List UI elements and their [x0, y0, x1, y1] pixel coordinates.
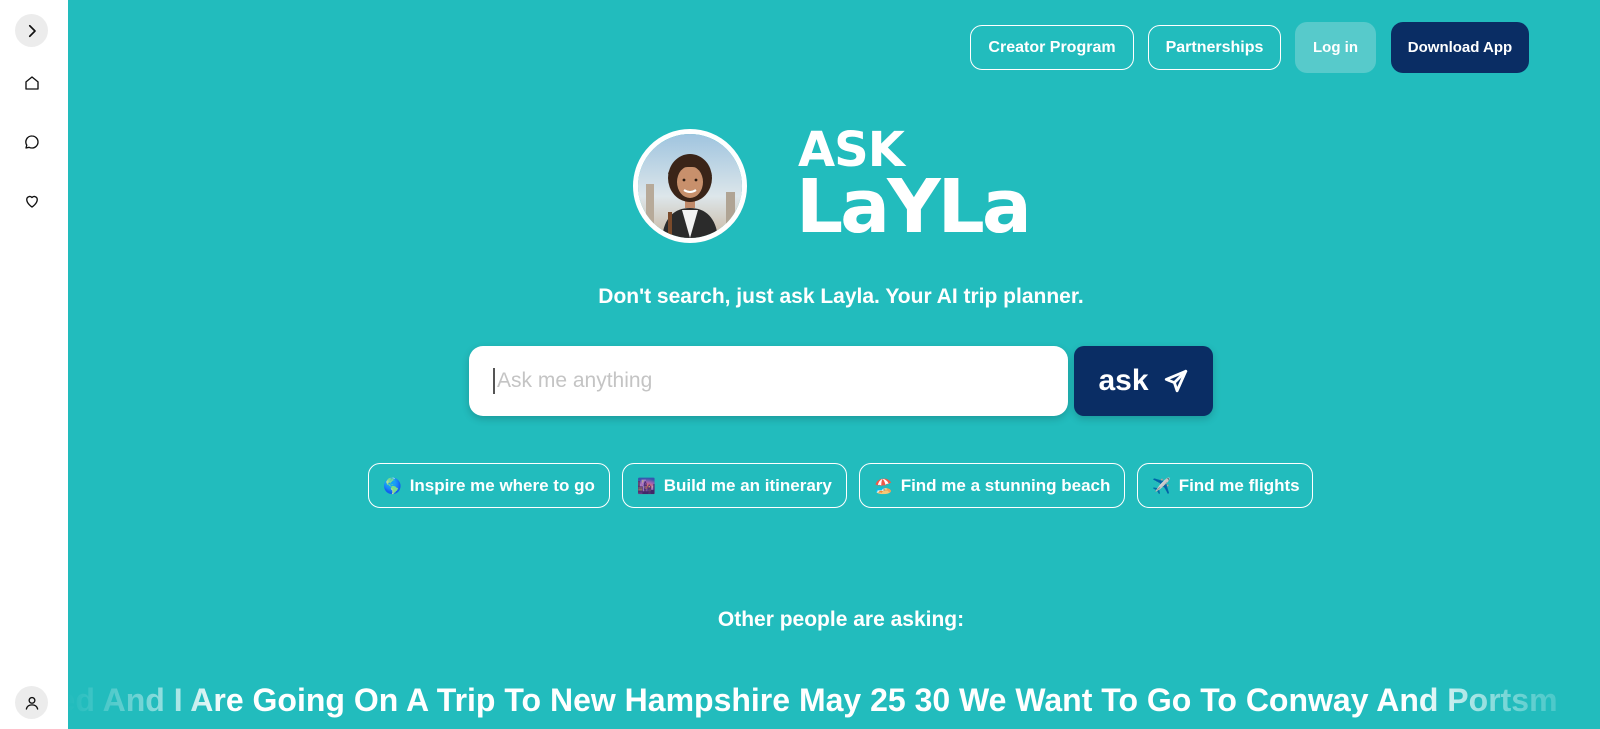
text-cursor	[493, 368, 495, 394]
search-input[interactable]: Ask me anything	[469, 346, 1068, 416]
beach-umbrella-icon: 🏖️	[874, 477, 893, 495]
sidebar-item-home[interactable]	[15, 66, 48, 99]
suggestion-flights[interactable]: ✈️ Find me flights	[1137, 463, 1313, 508]
sidebar-item-favorites[interactable]	[15, 184, 48, 217]
ask-button-label: ask	[1098, 364, 1149, 397]
suggestion-label: Build me an itinerary	[663, 475, 832, 495]
other-people-heading: Other people are asking:	[717, 608, 965, 631]
suggestion-inspire[interactable]: 🌎 Inspire me where to go	[368, 463, 610, 508]
partnerships-button[interactable]: Partnerships	[1148, 25, 1281, 70]
chat-icon	[24, 134, 39, 149]
sidebar	[0, 0, 68, 729]
suggestion-label: Find me flights	[1178, 475, 1300, 495]
tagline: Don't search, just ask Layla. Your AI tr…	[598, 285, 1084, 308]
ticker-fade-right	[1410, 682, 1600, 722]
creator-program-button[interactable]: Creator Program	[970, 25, 1134, 70]
suggestion-beach[interactable]: 🏖️ Find me a stunning beach	[859, 463, 1125, 508]
cityscape-icon: 🌆	[637, 477, 656, 495]
logo-text-layla: LaYLa	[796, 164, 1032, 250]
suggestion-label: Inspire me where to go	[409, 475, 595, 495]
suggestion-itinerary[interactable]: 🌆 Build me an itinerary	[622, 463, 847, 508]
sidebar-toggle-button[interactable]	[15, 14, 48, 47]
questions-ticker[interactable]: ned And I Are Going On A Trip To New Ham…	[68, 682, 1600, 722]
heart-icon	[25, 195, 38, 208]
search-placeholder: Ask me anything	[497, 369, 653, 392]
chevron-right-icon	[28, 24, 36, 37]
profile-button[interactable]	[15, 686, 48, 719]
home-icon	[24, 75, 39, 90]
airplane-icon: ✈️	[1152, 477, 1171, 495]
ask-button[interactable]: ask	[1074, 346, 1213, 416]
download-app-button[interactable]: Download App	[1391, 22, 1529, 73]
layla-avatar	[633, 129, 747, 243]
suggestion-label: Find me a stunning beach	[900, 475, 1111, 495]
sidebar-item-chat[interactable]	[15, 125, 48, 158]
send-icon	[1164, 369, 1187, 393]
ticker-fade-left	[68, 682, 228, 722]
ask-layla-logo: ASK LaYLa	[796, 120, 1036, 255]
globe-icon: 🌎	[383, 477, 402, 495]
ticker-question[interactable]: ned And I Are Going On A Trip To New Ham…	[68, 682, 1558, 719]
main-content: Creator Program Partnerships Log in Down…	[68, 0, 1600, 729]
user-icon	[25, 696, 38, 710]
login-button[interactable]: Log in	[1295, 22, 1376, 73]
